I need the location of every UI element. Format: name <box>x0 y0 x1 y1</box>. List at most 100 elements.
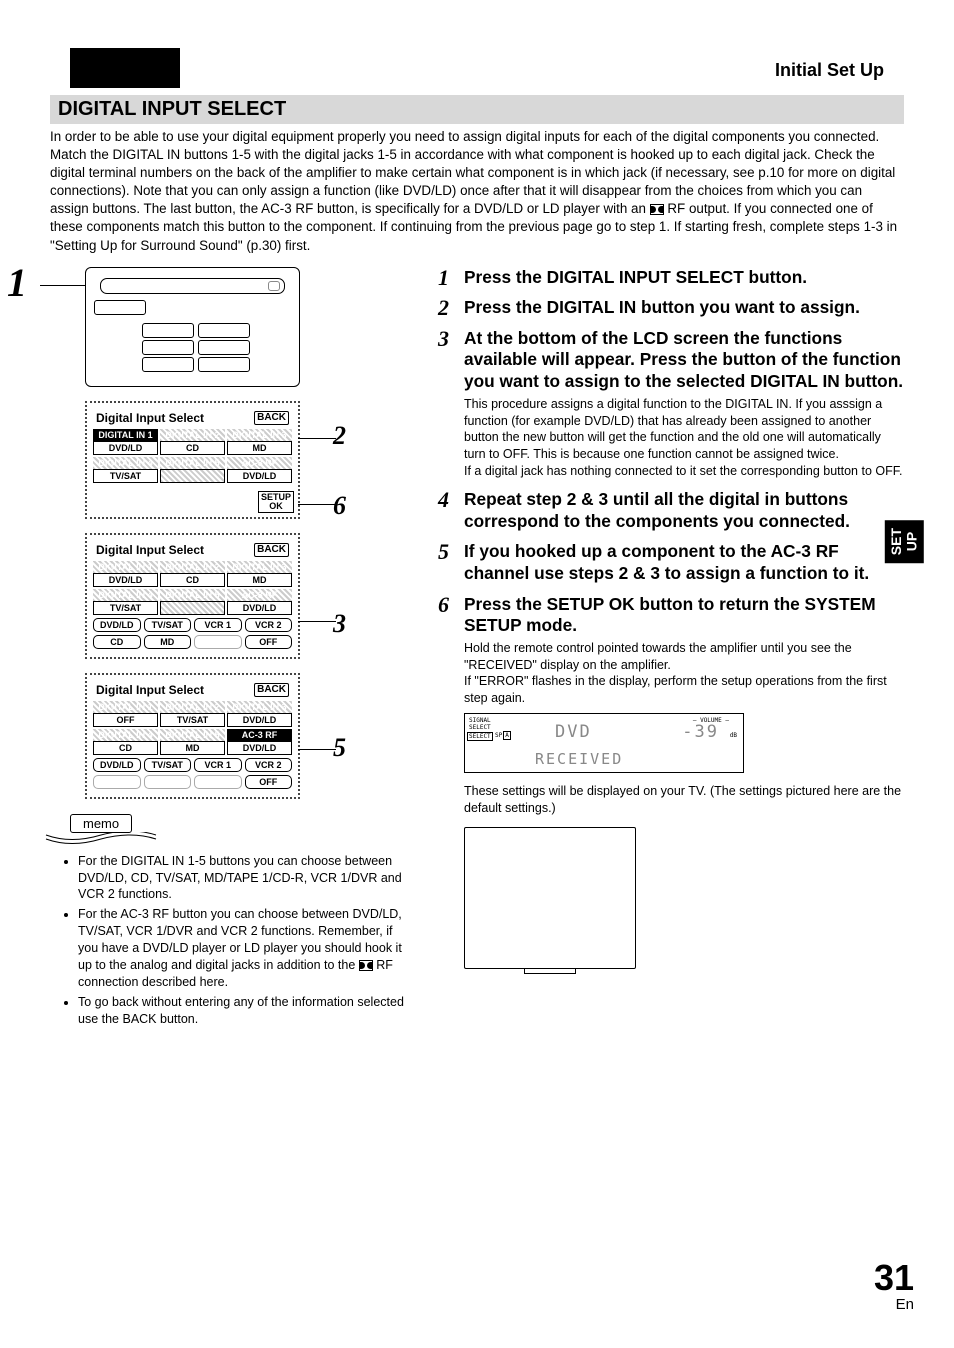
lcd-value[interactable]: TV/SAT <box>93 601 158 615</box>
display-received: RECEIVED <box>535 750 623 768</box>
side-tab-line1: SET <box>888 528 904 555</box>
step-number: 4 <box>438 487 449 513</box>
setup-ok-button[interactable]: SETUP OK <box>258 491 294 513</box>
lcd-value[interactable]: MD <box>227 441 292 455</box>
remote-left-button <box>94 300 146 315</box>
lcd-header: DIGITAL IN 5 <box>160 729 225 741</box>
remote-grid-button <box>198 340 250 355</box>
lcd-value[interactable]: DVD/LD <box>93 441 158 455</box>
lcd-value[interactable]: MD <box>227 573 292 587</box>
lcd-value[interactable]: CD <box>160 441 225 455</box>
lcd-header: DIGITAL IN 3 <box>227 429 292 441</box>
remote-grid-button <box>198 323 250 338</box>
manual-page: Initial Set Up DIGITAL INPUT SELECT In o… <box>0 0 954 1348</box>
step-3: 3 At the bottom of the LCD screen the fu… <box>438 328 904 480</box>
lcd-screen-5: Digital Input SelectBACK DIGITAL IN 1OFF… <box>85 673 300 799</box>
lcd-value-empty[interactable] <box>160 601 225 615</box>
tv-diagram <box>464 827 636 969</box>
assign-button[interactable]: DVD/LD <box>93 758 141 772</box>
dolby-icon <box>359 960 373 971</box>
assign-button-blank <box>93 775 141 789</box>
assign-button[interactable]: VCR 1 <box>194 758 242 772</box>
display-label: SIGNAL <box>469 717 491 724</box>
lcd-screen-2: Digital Input SelectBACK DIGITAL IN 1DVD… <box>85 401 300 519</box>
lcd-value[interactable]: CD <box>93 741 158 755</box>
back-button[interactable]: BACK <box>254 411 289 425</box>
lcd-value[interactable]: DVD/LD <box>227 741 292 755</box>
callout-5: 5 <box>333 733 346 763</box>
lcd-value[interactable]: DVD/LD <box>227 713 292 727</box>
step-6: 6 Press the SETUP OK button to return th… <box>438 594 904 969</box>
step-heading: At the bottom of the LCD screen the func… <box>464 328 904 393</box>
header-tab-title: Initial Set Up <box>775 60 884 81</box>
dolby-icon <box>650 204 664 215</box>
step-number: 3 <box>438 326 449 352</box>
lcd-value[interactable]: MD <box>160 741 225 755</box>
step-body: Hold the remote control pointed towards … <box>464 640 904 708</box>
display-label: SELECT <box>467 732 493 741</box>
intro-paragraph: In order to be able to use your digital … <box>50 128 904 255</box>
assign-button[interactable]: TV/SAT <box>144 758 192 772</box>
step-heading: Repeat step 2 & 3 until all the digital … <box>464 489 904 532</box>
assign-button[interactable]: VCR 2 <box>245 618 293 632</box>
lcd-header: DIGITAL IN 4 <box>93 729 158 741</box>
assign-button[interactable]: TV/SAT <box>144 618 192 632</box>
lcd-value-empty[interactable] <box>160 469 225 483</box>
lead-line-6 <box>298 504 336 505</box>
display-main: DVD <box>555 722 592 742</box>
lcd-title: Digital Input Select <box>96 411 204 425</box>
lcd-value[interactable]: TV/SAT <box>93 469 158 483</box>
assign-button[interactable]: CD <box>93 635 141 649</box>
lcd-screen-3: Digital Input SelectBACK DIGITAL IN 1DVD… <box>85 533 300 659</box>
lead-line-1 <box>40 285 85 286</box>
lcd-value[interactable]: OFF <box>93 713 158 727</box>
memo-wave-icon <box>41 832 161 844</box>
back-button[interactable]: BACK <box>254 543 289 557</box>
lcd-value[interactable]: DVD/LD <box>227 601 292 615</box>
assign-button[interactable]: MD <box>144 635 192 649</box>
assign-button[interactable]: VCR 1 <box>194 618 242 632</box>
lcd-value[interactable]: CD <box>160 573 225 587</box>
section-title: DIGITAL INPUT SELECT <box>58 98 286 120</box>
display-db: dB <box>730 732 737 739</box>
step-4: 4 Repeat step 2 & 3 until all the digita… <box>438 489 904 532</box>
assign-button[interactable]: DVD/LD <box>93 618 141 632</box>
side-tab-line2: UP <box>904 532 920 551</box>
step-heading: If you hooked up a component to the AC-3… <box>464 541 904 584</box>
lcd-value[interactable]: DVD/LD <box>227 469 292 483</box>
amplifier-display: SIGNAL SELECT SELECT SPA — VOLUME — DVD … <box>464 713 744 773</box>
assign-button[interactable]: VCR 2 <box>245 758 293 772</box>
remote-grid-button <box>142 340 194 355</box>
assign-button-blank <box>144 775 192 789</box>
step-body: This procedure assigns a digital functio… <box>464 396 904 480</box>
step-5: 5 If you hooked up a component to the AC… <box>438 541 904 584</box>
memo-item: For the DIGITAL IN 1-5 buttons you can c… <box>78 853 410 904</box>
back-button[interactable]: BACK <box>254 683 289 697</box>
lcd-header: DIGITAL IN 5 <box>160 589 225 601</box>
step-number: 6 <box>438 592 449 618</box>
lcd-header: AC-3 RF <box>227 589 292 601</box>
lcd-value[interactable]: DVD/LD <box>93 573 158 587</box>
lcd-value[interactable]: TV/SAT <box>160 713 225 727</box>
step-heading: Press the DIGITAL IN button you want to … <box>464 297 904 319</box>
side-tab: SET UP <box>885 520 924 563</box>
lcd-header: DIGITAL IN 2 <box>160 429 225 441</box>
lcd-header: DIGITAL IN 2 <box>160 561 225 573</box>
assign-button[interactable]: OFF <box>245 775 293 789</box>
lcd-header: DIGITAL IN 3 <box>227 701 292 713</box>
step-2: 2 Press the DIGITAL IN button you want t… <box>438 297 904 319</box>
step-number: 1 <box>438 265 449 291</box>
step-heading: Press the SETUP OK button to return the … <box>464 594 904 637</box>
callout-3: 3 <box>333 609 346 639</box>
display-sp: SPA <box>495 732 511 739</box>
lcd-header: DIGITAL IN 1 <box>93 429 158 441</box>
callout-1: 1 <box>7 259 27 306</box>
lead-line-3 <box>298 621 336 622</box>
step-number: 2 <box>438 295 449 321</box>
lcd-header: DIGITAL IN 1 <box>93 701 158 713</box>
assign-button[interactable]: OFF <box>245 635 293 649</box>
section-heading-bar: DIGITAL INPUT SELECT <box>50 95 904 124</box>
step-1: 1 Press the DIGITAL INPUT SELECT button. <box>438 267 904 289</box>
lcd-header: DIGITAL IN 2 <box>160 701 225 713</box>
remote-top-button <box>100 278 285 294</box>
